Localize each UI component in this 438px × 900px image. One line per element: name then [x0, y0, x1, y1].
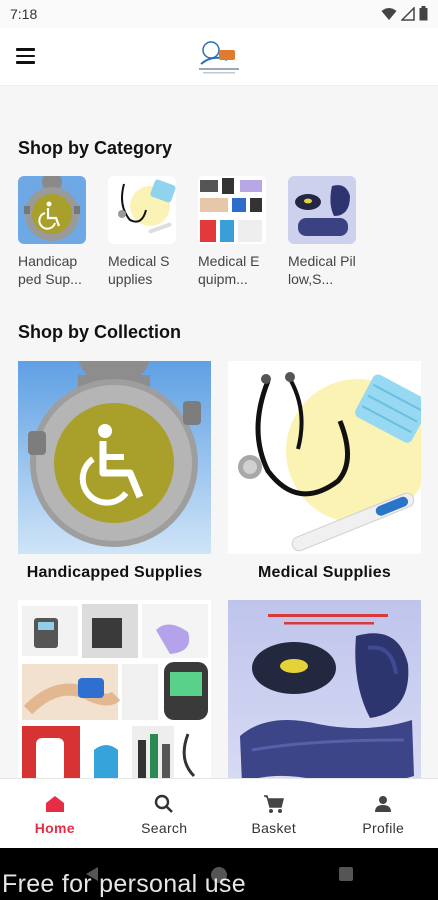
recents-icon[interactable] [338, 866, 354, 882]
category-label: Medical Pillow,S... [288, 253, 356, 287]
person-icon [375, 795, 392, 812]
nav-profile[interactable]: Profile [329, 779, 438, 848]
collection-image-wheelchair [18, 361, 211, 554]
battery-icon [419, 6, 428, 21]
category-item-medical-equipment[interactable]: Medical Equipm... [198, 176, 266, 288]
collection-label: Handicapped Supplies [26, 564, 203, 581]
app-bar [0, 28, 438, 86]
category-image-stethoscope [108, 176, 176, 244]
category-section-title: Shop by Category [18, 138, 173, 158]
status-bar: 7:18 [0, 0, 438, 28]
collection-card-medical-supplies[interactable]: Medical Supplies [228, 361, 421, 582]
category-label: Medical Equipm... [198, 253, 260, 287]
home-icon [45, 795, 64, 812]
category-list: Handicap ped Sup... Medical Supplies Med… [18, 176, 356, 288]
nav-search[interactable]: Search [110, 779, 220, 848]
category-item-handicapped[interactable]: Handicap ped Sup... [18, 176, 86, 288]
bottom-nav: Home Search Basket Profile [0, 778, 438, 848]
nav-home[interactable]: Home [0, 779, 110, 848]
category-image-wheelchair [18, 176, 86, 244]
app-logo [199, 41, 239, 74]
nav-home-label: Home [34, 819, 75, 836]
collection-section-title: Shop by Collection [18, 322, 182, 342]
wifi-icon [381, 7, 397, 20]
category-label: Medical Supplies [108, 253, 170, 287]
status-time: 7:18 [10, 6, 38, 22]
collection-image-pillows [228, 600, 421, 793]
category-item-medical-pillow[interactable]: Medical Pillow,S... [288, 176, 356, 288]
cart-icon [263, 794, 284, 813]
search-icon [155, 794, 174, 813]
watermark: Free for personal use [2, 870, 246, 898]
category-label: Handicap ped Sup... [18, 253, 82, 287]
collection-image-stethoscope [228, 361, 421, 554]
nav-basket-label: Basket [251, 819, 297, 836]
status-icons [381, 6, 428, 21]
hamburger-menu-icon[interactable] [16, 44, 40, 68]
category-image-medical-devices [198, 176, 266, 244]
nav-profile-label: Profile [362, 819, 405, 836]
category-image-pillows [288, 176, 356, 244]
collection-image-medical-devices [18, 600, 211, 793]
collection-card-handicapped[interactable]: Handicapped Supplies [18, 361, 211, 582]
collection-card-medical-equipment[interactable] [18, 600, 211, 803]
nav-search-label: Search [141, 819, 188, 836]
category-item-medical-supplies[interactable]: Medical Supplies [108, 176, 176, 288]
nav-basket[interactable]: Basket [219, 779, 329, 848]
collection-card-medical-pillow[interactable] [228, 600, 421, 803]
signal-icon [401, 6, 415, 21]
collection-label: Medical Supplies [257, 564, 391, 581]
